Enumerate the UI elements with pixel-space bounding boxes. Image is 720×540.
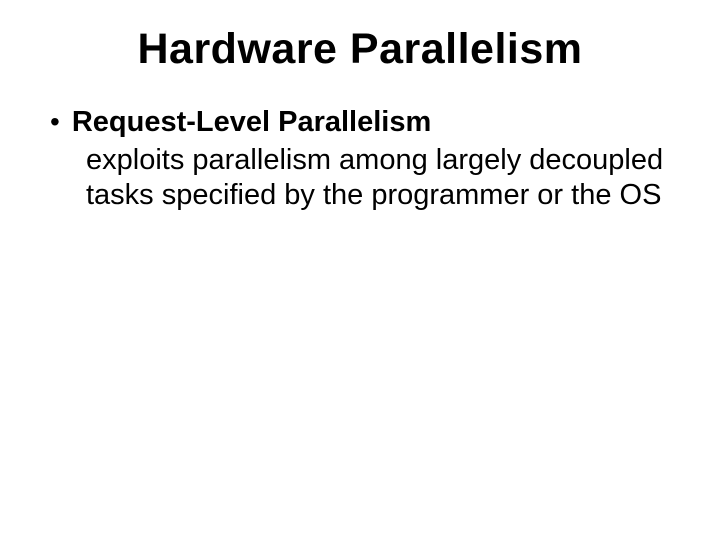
bullet-dot-icon: •	[50, 105, 60, 139]
bullet-heading: Request-Level Parallelism	[72, 105, 431, 140]
bullet-item: • Request-Level Parallelism	[56, 105, 676, 140]
slide-title: Hardware Parallelism	[44, 26, 676, 73]
bullet-description: exploits parallelism among largely decou…	[86, 143, 676, 214]
slide: Hardware Parallelism • Request-Level Par…	[0, 0, 720, 540]
slide-body: • Request-Level Parallelism exploits par…	[44, 105, 676, 213]
